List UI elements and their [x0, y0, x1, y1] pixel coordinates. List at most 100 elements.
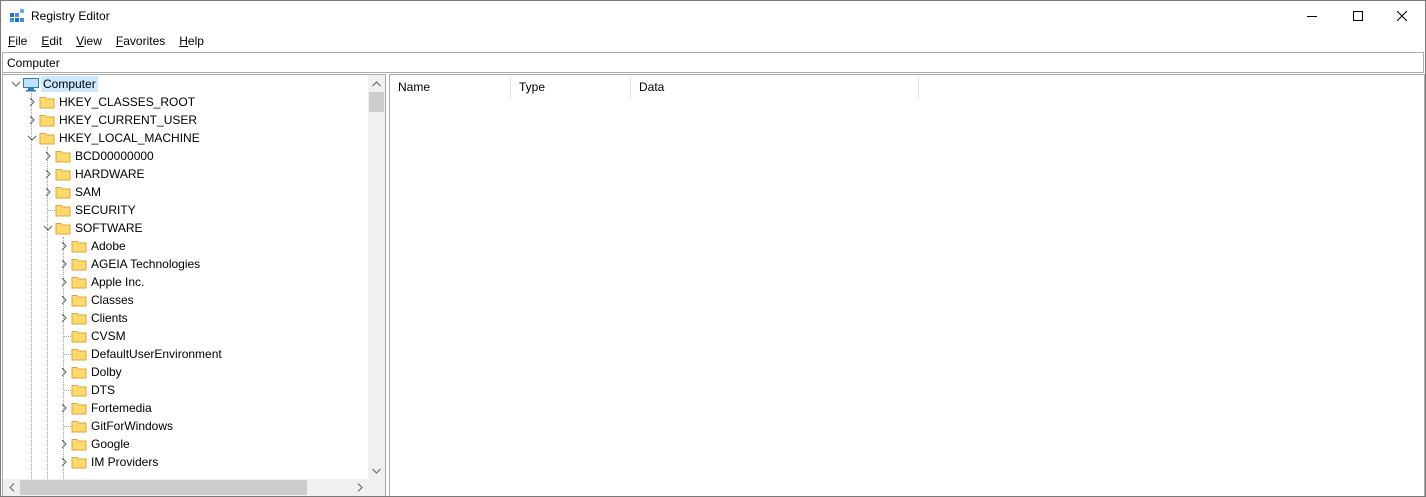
menu-label: Favorites	[115, 34, 166, 48]
menu-label: File	[8, 34, 28, 48]
column-header-label: Name	[398, 80, 431, 94]
chevron-right-icon[interactable]	[59, 295, 69, 305]
tree-node[interactable]: Adobe	[3, 237, 368, 255]
menu-help[interactable]: Help	[172, 32, 211, 51]
menu-bar: File Edit View Favorites Help	[1, 32, 1425, 51]
folder-icon	[71, 313, 87, 325]
chevron-right-icon[interactable]	[43, 151, 53, 161]
scrollbar-corner	[368, 479, 385, 496]
folder-icon	[71, 403, 87, 415]
tree-node[interactable]: Computer	[3, 75, 368, 93]
window-title: Registry Editor	[31, 9, 110, 23]
tree-node-label: SOFTWARE	[75, 221, 143, 235]
folder-icon	[71, 277, 87, 289]
scroll-right-arrow[interactable]	[351, 479, 368, 496]
tree-node[interactable]: SOFTWARE	[3, 219, 368, 237]
chevron-down-icon[interactable]	[43, 223, 53, 233]
menu-edit[interactable]: Edit	[34, 32, 69, 51]
chevron-right-icon[interactable]	[59, 277, 69, 287]
column-header-name[interactable]: Name	[390, 75, 511, 99]
menu-favorites[interactable]: Favorites	[109, 32, 172, 51]
folder-icon	[71, 421, 87, 433]
tree-node-label: IM Providers	[91, 455, 159, 469]
tree-node[interactable]: Clients	[3, 309, 368, 327]
tree-horizontal-scroll-thumb[interactable]	[20, 480, 307, 495]
address-bar[interactable]: Computer	[2, 52, 1424, 73]
tree-node[interactable]: SECURITY	[3, 201, 368, 219]
close-icon	[1397, 11, 1407, 21]
tree-node-label: Classes	[91, 293, 134, 307]
tree-node[interactable]: Classes	[3, 291, 368, 309]
tree-vertical-scrollbar[interactable]	[368, 75, 385, 479]
chevron-down-icon[interactable]	[11, 79, 21, 89]
chevron-right-icon[interactable]	[59, 367, 69, 377]
chevron-left-icon	[8, 483, 14, 492]
chevron-right-icon[interactable]	[59, 403, 69, 413]
folder-icon	[55, 151, 71, 163]
tree-node-label: Google	[91, 437, 130, 451]
tree-node[interactable]: HKEY_CLASSES_ROOT	[3, 93, 368, 111]
tree-node[interactable]: HKEY_CURRENT_USER	[3, 111, 368, 129]
tree-node[interactable]: GitForWindows	[3, 417, 368, 435]
folder-icon	[39, 115, 55, 127]
values-list-pane[interactable]: Name Type Data	[389, 74, 1425, 496]
chevron-down-icon[interactable]	[27, 133, 37, 143]
maximize-icon	[1353, 11, 1363, 21]
tree-node[interactable]: DefaultUserEnvironment	[3, 345, 368, 363]
chevron-right-icon[interactable]	[43, 169, 53, 179]
chevron-right-icon[interactable]	[27, 115, 37, 125]
tree-horizontal-scrollbar[interactable]	[3, 479, 368, 496]
tree-vertical-scroll-thumb[interactable]	[369, 92, 384, 112]
menu-file[interactable]: File	[1, 32, 34, 51]
tree-node-label: GitForWindows	[91, 419, 174, 433]
tree-node[interactable]: HKEY_LOCAL_MACHINE	[3, 129, 368, 147]
close-button[interactable]	[1379, 1, 1425, 31]
tree-node-label: Adobe	[91, 239, 126, 253]
maximize-button[interactable]	[1335, 1, 1381, 31]
folder-icon	[71, 439, 87, 451]
chevron-right-icon[interactable]	[59, 457, 69, 467]
folder-icon	[55, 169, 71, 181]
tree-node-label: HKEY_CLASSES_ROOT	[59, 95, 196, 109]
folder-icon	[71, 367, 87, 379]
chevron-right-icon[interactable]	[59, 259, 69, 269]
chevron-right-icon[interactable]	[59, 313, 69, 323]
tree-node[interactable]: Apple Inc.	[3, 273, 368, 291]
chevron-right-icon[interactable]	[27, 97, 37, 107]
scroll-up-arrow[interactable]	[368, 75, 385, 92]
scroll-left-arrow[interactable]	[3, 479, 20, 496]
column-header-data[interactable]: Data	[631, 75, 919, 99]
minimize-icon	[1307, 16, 1317, 17]
tree-node[interactable]: Google	[3, 435, 368, 453]
folder-icon	[71, 457, 87, 469]
tree-node[interactable]: SAM	[3, 183, 368, 201]
menu-label: Help	[179, 34, 204, 48]
folder-icon	[55, 223, 71, 235]
tree-node[interactable]: DTS	[3, 381, 368, 399]
minimize-button[interactable]	[1289, 1, 1335, 31]
tree-node-label: Clients	[91, 311, 128, 325]
tree-node-label: HKEY_CURRENT_USER	[59, 113, 198, 127]
chevron-right-icon[interactable]	[59, 439, 69, 449]
folder-icon	[71, 331, 87, 343]
title-bar[interactable]: Registry Editor	[1, 1, 1425, 31]
chevron-right-icon[interactable]	[43, 187, 53, 197]
scroll-down-arrow[interactable]	[368, 462, 385, 479]
tree-node-label: SECURITY	[75, 203, 136, 217]
tree-node[interactable]: CVSM	[3, 327, 368, 345]
tree-node[interactable]: Dolby	[3, 363, 368, 381]
computer-icon	[23, 78, 39, 92]
registry-editor-window: Registry Editor File Edit View Favorites Hel…	[0, 0, 1426, 497]
folder-icon	[55, 187, 71, 199]
column-header-label: Type	[519, 80, 546, 94]
folder-icon	[39, 97, 55, 109]
tree-node[interactable]: HARDWARE	[3, 165, 368, 183]
tree-node[interactable]: BCD00000000	[3, 147, 368, 165]
folder-icon	[71, 259, 87, 271]
menu-view[interactable]: View	[69, 32, 109, 51]
tree-node[interactable]: AGEIA Technologies	[3, 255, 368, 273]
column-header-type[interactable]: Type	[511, 75, 631, 99]
chevron-right-icon[interactable]	[59, 241, 69, 251]
tree-node[interactable]: Fortemedia	[3, 399, 368, 417]
tree-node[interactable]: IM Providers	[3, 453, 368, 471]
